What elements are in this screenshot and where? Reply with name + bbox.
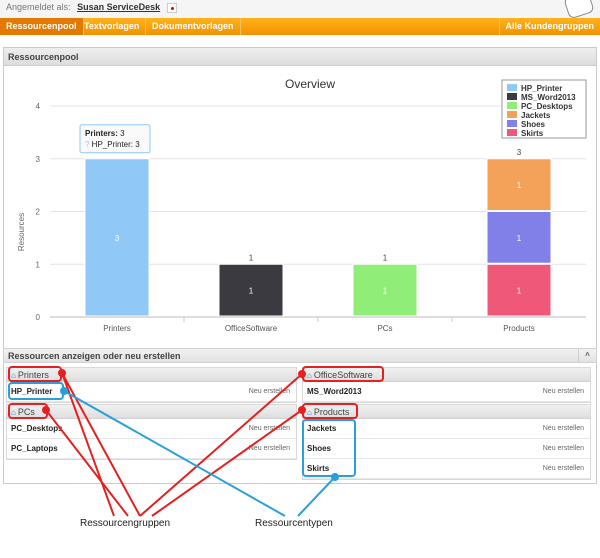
legend-entry[interactable]: Skirts <box>521 129 544 138</box>
legend-swatch <box>507 129 517 136</box>
legend-entry[interactable]: Shoes <box>521 120 546 129</box>
tooltip-line: ? HP_Printer: 3 <box>85 140 140 149</box>
y-tick-label: 1 <box>36 260 41 269</box>
resource-type[interactable]: PC_Laptops <box>11 444 58 453</box>
chart-svg: 0 1 2 3 4 Printers 3 OfficeSoftware 1 PCs 1 Product… <box>17 77 587 333</box>
create-link[interactable]: Neu erstellen <box>543 425 584 432</box>
group-pcs: ⌂ PCs PC_Desktops Neu erstellen PC_Laptop… <box>6 404 297 460</box>
data-label: 1 <box>249 287 254 296</box>
top-bar: Angemeldet als: Susan ServiceDesk <box>0 0 600 20</box>
collapse-icon[interactable]: ^ <box>578 349 596 362</box>
resource-type[interactable]: MS_Word2013 <box>307 387 362 396</box>
legend-swatch <box>507 111 517 118</box>
create-link[interactable]: Neu erstellen <box>249 388 290 395</box>
list-item: PC_Laptops Neu erstellen <box>7 439 296 459</box>
chart-title: Overview <box>285 77 335 91</box>
legend-entry[interactable]: Jackets <box>521 111 551 120</box>
legend-swatch <box>507 102 517 109</box>
overview-chart: 0 1 2 3 4 Printers 3 OfficeSoftware 1 PCs 1 Product… <box>10 72 591 342</box>
tooltip-title: Printers: 3 <box>85 129 125 138</box>
data-label: 1 <box>517 287 522 296</box>
panel-title: Ressourcenpool <box>4 48 596 66</box>
y-axis-label: Resources <box>17 213 26 251</box>
y-tick-label: 3 <box>36 155 41 164</box>
x-tick-label: Products <box>503 324 535 333</box>
main-nav: Ressourcenpool Textvorlagen Dokumentvorl… <box>0 18 600 35</box>
callout-dot <box>42 406 50 414</box>
logo-icon <box>563 0 595 20</box>
logged-in-label: Angemeldet als: <box>6 2 71 12</box>
create-link[interactable]: Neu erstellen <box>543 388 584 395</box>
annotation-label-groups: Ressourcengruppen <box>80 518 171 529</box>
tab-dokumentvorlagen[interactable]: Dokumentvorlagen <box>146 18 241 35</box>
callout-type-hp-printer <box>8 382 64 400</box>
legend-swatch <box>507 93 517 100</box>
annotation-label-types: Ressourcentypen <box>255 518 333 529</box>
callout-dot <box>331 473 339 481</box>
tab-ressourcenpool[interactable]: Ressourcenpool <box>0 18 84 35</box>
y-tick-label: 2 <box>36 208 41 217</box>
data-label: 1 <box>383 287 388 296</box>
callout-dot <box>298 406 306 414</box>
x-tick-label: PCs <box>377 324 392 333</box>
create-link[interactable]: Neu erstellen <box>249 445 290 452</box>
callout-group-printers <box>8 366 62 382</box>
legend-entry[interactable]: MS_Word2013 <box>521 93 576 102</box>
legend-swatch <box>507 84 517 91</box>
callout-group-products <box>302 403 358 419</box>
logout-icon[interactable] <box>166 2 177 13</box>
x-tick-label: OfficeSoftware <box>225 324 278 333</box>
y-tick-label: 4 <box>36 102 41 111</box>
resource-type[interactable]: PC_Desktops <box>11 424 63 433</box>
callout-types-products <box>302 419 356 477</box>
create-link[interactable]: Neu erstellen <box>543 465 584 472</box>
legend-swatch <box>507 120 517 127</box>
y-tick-label: 0 <box>36 313 41 322</box>
tab-textvorlagen[interactable]: Textvorlagen <box>78 18 147 35</box>
callout-group-officesoftware <box>302 366 384 382</box>
legend-entry[interactable]: HP_Printer <box>521 84 562 93</box>
group-header-pcs[interactable]: ⌂ PCs <box>7 405 296 419</box>
data-label: 1 <box>517 181 522 190</box>
create-link[interactable]: Neu erstellen <box>249 425 290 432</box>
list-item: PC_Desktops Neu erstellen <box>7 419 296 439</box>
callout-dot <box>58 369 66 377</box>
legend-entry[interactable]: PC_Desktops <box>521 102 573 111</box>
page: Angemeldet als: Susan ServiceDesk Ressou… <box>0 0 600 558</box>
callout-dot <box>60 387 68 395</box>
tab-alle-kundengruppen[interactable]: Alle Kundengruppen <box>498 18 600 35</box>
data-label: 3 <box>115 234 120 243</box>
user-name-link[interactable]: Susan ServiceDesk <box>77 2 160 12</box>
data-label: 1 <box>517 234 522 243</box>
create-link[interactable]: Neu erstellen <box>543 445 584 452</box>
section-title: Ressourcen anzeigen oder neu erstellen <box>8 351 181 361</box>
total-label: 3 <box>517 148 522 157</box>
x-tick-label: Printers <box>103 324 131 333</box>
list-item: MS_Word2013 Neu erstellen <box>303 382 590 402</box>
section-header: Ressourcen anzeigen oder neu erstellen ^ <box>3 348 597 363</box>
callout-dot <box>298 370 306 378</box>
total-label: 1 <box>383 253 388 262</box>
total-label: 1 <box>249 253 254 262</box>
